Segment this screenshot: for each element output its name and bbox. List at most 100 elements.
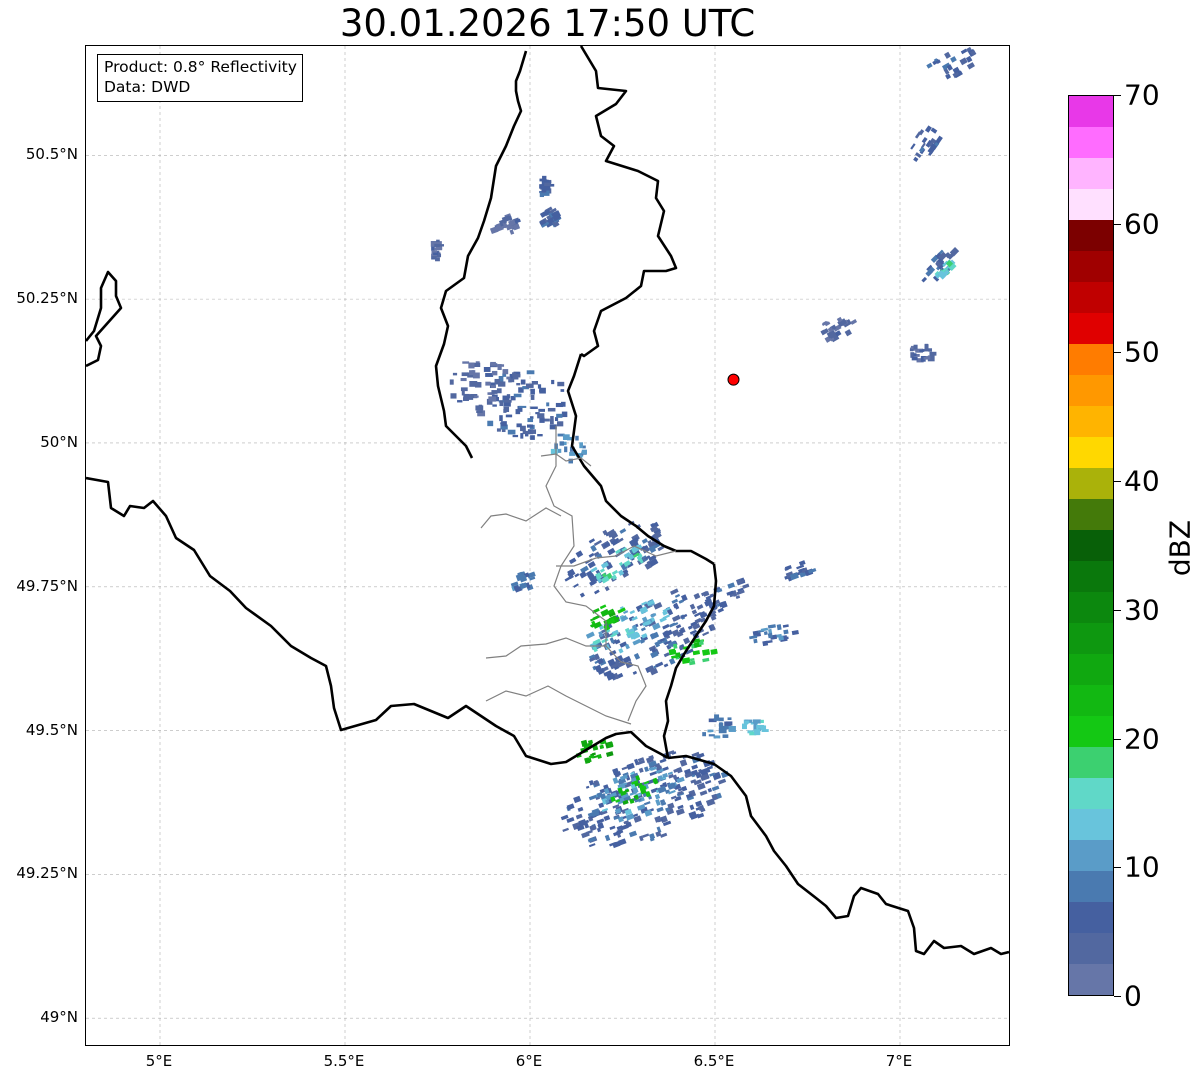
colorbar-swatch [1069, 840, 1113, 871]
echo-pixel [502, 369, 509, 375]
radar-echo-cell [539, 206, 562, 228]
echo-pixel [929, 351, 937, 356]
echo-pixel [626, 762, 635, 770]
echo-pixel [531, 429, 537, 434]
echo-pixel [910, 143, 916, 150]
echo-pixel [522, 430, 531, 435]
echo-pixel [742, 723, 747, 730]
radar-echo-cell [820, 316, 858, 343]
echo-pixel [783, 629, 789, 635]
echo-pixel [641, 833, 650, 839]
echo-pixel [599, 604, 607, 610]
radar-echo-cell [560, 750, 730, 849]
echo-pixel [603, 815, 611, 821]
echo-pixel [581, 449, 587, 455]
echo-pixel [577, 806, 584, 812]
echo-pixel [496, 388, 502, 394]
colorbar-tick-label: 20 [1124, 722, 1160, 756]
radar-echo-cell [784, 560, 817, 582]
echo-pixel [584, 757, 591, 764]
colorbar-tick [1114, 352, 1121, 354]
echo-pixel [663, 663, 669, 668]
echo-pixel [722, 725, 727, 730]
radar-echo-cell [539, 175, 555, 198]
colorbar-tick [1114, 738, 1121, 740]
echo-pixel [693, 592, 701, 600]
country-border [667, 754, 1009, 956]
radar-echo-cell [430, 239, 444, 262]
echo-pixel [782, 624, 789, 628]
echo-pixel [683, 637, 691, 645]
echo-pixel [753, 638, 758, 644]
echo-pixel [707, 729, 712, 733]
echo-pixel [537, 413, 545, 419]
echo-pixel [575, 813, 583, 820]
lon-tick-label: 6.5°E [693, 1052, 735, 1070]
colorbar-swatch [1069, 437, 1113, 468]
colorbar-swatch [1069, 871, 1113, 902]
echo-pixel [663, 652, 670, 658]
echo-pixel [754, 729, 760, 736]
radar-echo-cell [921, 247, 960, 283]
echo-pixel [924, 125, 932, 133]
echo-pixel [702, 631, 710, 637]
colorbar-swatch [1069, 251, 1113, 282]
echo-pixel [649, 631, 660, 640]
echo-pixel [681, 785, 688, 792]
echo-pixel [653, 777, 659, 785]
radar-echo-cell [749, 624, 799, 647]
echo-pixel [604, 834, 611, 842]
echo-pixel [557, 448, 562, 453]
echo-pixel [913, 156, 919, 162]
echo-pixel [547, 407, 556, 412]
product-label: Product: 0.8° Reflectivity [104, 58, 297, 76]
echo-pixel [655, 661, 664, 668]
echo-pixel [526, 424, 533, 428]
echo-pixel [960, 48, 968, 55]
colorbar-tick [1114, 95, 1121, 96]
echo-pixel [504, 399, 512, 403]
country-border [86, 476, 669, 766]
radar-echo-cell [702, 577, 750, 610]
echo-pixel [702, 591, 710, 597]
echo-pixel [468, 362, 475, 369]
echo-pixel [434, 243, 440, 247]
echo-pixel [707, 787, 713, 793]
echo-pixel [487, 420, 494, 427]
echo-pixel [702, 732, 707, 737]
echo-pixel [435, 257, 440, 262]
echo-pixel [923, 356, 930, 360]
colorbar-swatch [1069, 468, 1113, 499]
echo-pixel [911, 356, 918, 361]
echo-pixel [556, 421, 564, 427]
echo-pixel [520, 379, 526, 385]
echo-pixel [756, 724, 765, 729]
colorbar-tick-label: 40 [1124, 464, 1160, 498]
radar-map-panel[interactable] [85, 45, 1010, 1046]
echo-pixel [718, 717, 724, 722]
echo-pixel [492, 404, 497, 407]
echo-pixel [702, 649, 711, 656]
echo-pixel [930, 127, 938, 134]
echo-pixel [722, 734, 729, 738]
echo-pixel [638, 767, 644, 773]
colorbar-tick [1114, 481, 1121, 483]
colorbar-tick-label: 0 [1124, 979, 1142, 1013]
echo-pixel [544, 185, 551, 191]
echo-pixel [692, 650, 701, 656]
lon-tick-label: 7°E [885, 1052, 913, 1070]
colorbar-swatch [1069, 933, 1113, 964]
colorbar-tick [1114, 867, 1121, 869]
echo-pixel [763, 631, 768, 636]
echo-pixel [503, 408, 507, 413]
radar-map-svg[interactable] [86, 46, 1009, 1045]
echo-pixel [691, 764, 699, 770]
echo-pixel [679, 759, 688, 767]
colorbar-swatch [1069, 716, 1113, 747]
echo-pixel [518, 405, 527, 408]
echo-pixel [588, 552, 595, 558]
echo-pixel [632, 670, 638, 675]
echo-pixel [513, 393, 522, 398]
echo-pixel [928, 348, 933, 352]
echo-pixel [710, 648, 718, 655]
